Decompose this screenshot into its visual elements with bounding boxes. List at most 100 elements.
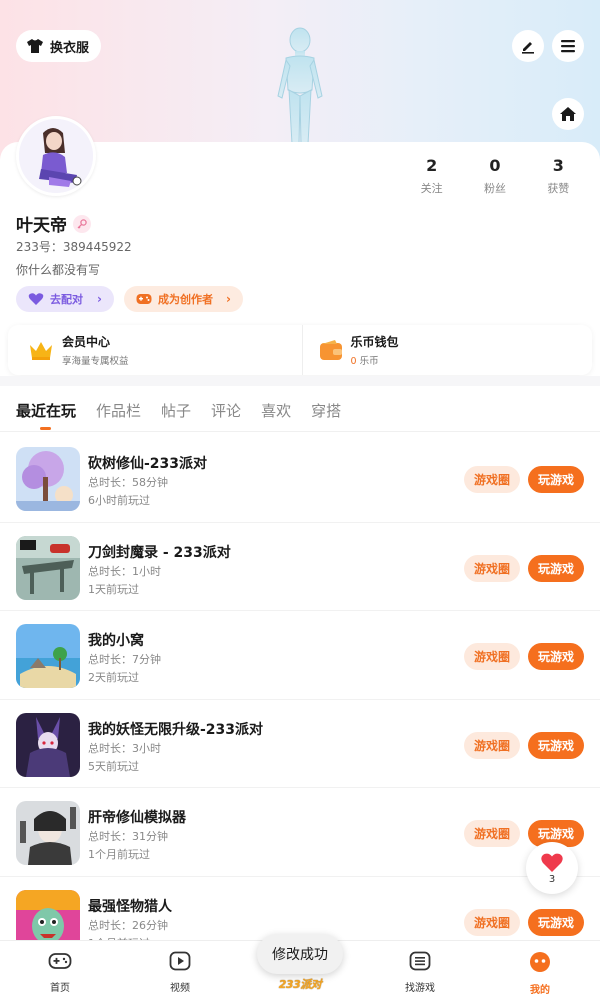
profile-tabs: 最近在玩 作品栏 帖子 评论 喜欢 穿搭 bbox=[16, 400, 361, 430]
game-last-played: 1个月前玩过 bbox=[88, 848, 150, 861]
game-duration: 总时长：1小时 bbox=[88, 564, 161, 578]
nav-video[interactable]: 视频 bbox=[150, 951, 210, 994]
game-circle-button[interactable]: 游戏圈 bbox=[464, 731, 520, 759]
likes-stat[interactable]: 3 获赞 bbox=[527, 156, 590, 196]
vip-title: 会员中心 bbox=[62, 335, 111, 349]
game-title: 肝帝修仙模拟器 bbox=[88, 810, 186, 826]
tab-posts[interactable]: 帖子 bbox=[161, 400, 191, 421]
game-title: 砍树修仙-233派对 bbox=[88, 456, 208, 472]
likes-count: 3 bbox=[552, 156, 564, 175]
nav-mine-label: 我的 bbox=[530, 985, 550, 996]
chevron-right-icon: › bbox=[226, 292, 231, 306]
fans-label: 粉丝 bbox=[483, 182, 506, 195]
pair-button[interactable]: 去配对 › bbox=[16, 286, 114, 312]
tab-outfits[interactable]: 穿搭 bbox=[311, 400, 341, 421]
fans-count: 0 bbox=[489, 156, 501, 175]
avatar-3d-figure bbox=[277, 27, 323, 145]
game-title: 我的小窝 bbox=[88, 633, 144, 649]
coin-wallet[interactable]: 乐币钱包 0 乐币 bbox=[301, 325, 593, 375]
game-duration: 总时长：26分钟 bbox=[88, 918, 168, 932]
crown-icon bbox=[30, 342, 52, 360]
username-text: 叶天帝 bbox=[16, 216, 67, 236]
section-separator bbox=[0, 376, 600, 386]
list-item[interactable]: 刀剑封魔录 - 233派对 总时长：1小时 1天前玩过 游戏圈 玩游戏 bbox=[0, 523, 600, 611]
list-item[interactable]: 肝帝修仙模拟器 总时长：31分钟 1个月前玩过 游戏圈 玩游戏 bbox=[0, 788, 600, 877]
favorite-float-button[interactable]: 3 bbox=[526, 842, 578, 894]
profile-stats: 2 关注 0 粉丝 3 获赞 bbox=[400, 156, 590, 196]
username: 叶天帝 bbox=[16, 211, 91, 236]
change-outfit-button[interactable]: 换衣服 bbox=[16, 30, 102, 62]
game-last-played: 5天前玩过 bbox=[88, 759, 139, 773]
home-button[interactable] bbox=[552, 98, 584, 130]
game-duration: 总时长：7分钟 bbox=[88, 653, 161, 666]
wallet-amount: 0 bbox=[350, 356, 357, 367]
heart-pair-icon bbox=[28, 293, 44, 305]
face-icon bbox=[530, 952, 550, 972]
game-thumbnail bbox=[16, 535, 80, 600]
game-duration: 总时长：31分钟 bbox=[88, 830, 168, 843]
game-title: 最强怪物猎人 bbox=[88, 898, 172, 915]
gamepad-small-icon bbox=[136, 294, 152, 304]
user-bio: 你什么都没有写 bbox=[16, 263, 101, 277]
nav-find-games-label: 找游戏 bbox=[405, 983, 435, 994]
following-count: 2 bbox=[426, 156, 438, 175]
nav-mine[interactable]: 我的 bbox=[510, 951, 570, 996]
tab-recent-played[interactable]: 最近在玩 bbox=[16, 400, 76, 430]
tab-likes[interactable]: 喜欢 bbox=[261, 400, 291, 421]
wallet-title: 乐币钱包 bbox=[350, 335, 399, 349]
edit-icon bbox=[522, 42, 534, 54]
avatar-image bbox=[19, 119, 93, 193]
following-stat[interactable]: 2 关注 bbox=[400, 156, 463, 196]
key-badge[interactable] bbox=[73, 214, 91, 233]
tabs-divider bbox=[0, 431, 600, 432]
game-last-played: 1天前玩过 bbox=[88, 582, 139, 596]
game-circle-button[interactable]: 游戏圈 bbox=[464, 820, 520, 847]
user-id: 233号：389445922 bbox=[16, 240, 132, 254]
menu-icon bbox=[561, 40, 575, 53]
game-last-played: 6小时前玩过 bbox=[88, 494, 150, 507]
favorite-count: 3 bbox=[548, 873, 556, 885]
wallet-unit: 乐币 bbox=[359, 356, 379, 367]
list-item[interactable]: 砍树修仙-233派对 总时长：58分钟 6小时前玩过 游戏圈 玩游戏 bbox=[0, 434, 600, 523]
avatar[interactable] bbox=[16, 116, 96, 196]
play-game-button[interactable]: 玩游戏 bbox=[528, 466, 584, 493]
list-item[interactable]: 我的妖怪无限升级-233派对 总时长：3小时 5天前玩过 游戏圈 玩游戏 bbox=[0, 700, 600, 788]
play-game-button[interactable]: 玩游戏 bbox=[528, 908, 584, 936]
game-last-played: 2天前玩过 bbox=[88, 671, 139, 684]
nav-find-games[interactable]: 找游戏 bbox=[390, 951, 450, 994]
game-duration: 总时长：3小时 bbox=[88, 741, 161, 755]
wallet-balance: 0 乐币 bbox=[351, 353, 399, 367]
play-game-button[interactable]: 玩游戏 bbox=[528, 731, 584, 759]
home-icon bbox=[560, 107, 576, 121]
game-title: 刀剑封魔录 - 233派对 bbox=[88, 544, 231, 561]
party-logo[interactable]: 233派对 bbox=[268, 976, 332, 992]
pair-label: 去配对 bbox=[50, 293, 83, 306]
change-outfit-label: 换衣服 bbox=[50, 40, 90, 56]
game-circle-button[interactable]: 游戏圈 bbox=[464, 554, 520, 582]
game-circle-button[interactable]: 游戏圈 bbox=[464, 908, 520, 936]
nav-home-label: 首页 bbox=[50, 983, 70, 994]
video-icon bbox=[169, 951, 191, 971]
fans-stat[interactable]: 0 粉丝 bbox=[463, 156, 526, 196]
menu-button[interactable] bbox=[552, 30, 584, 62]
vip-center[interactable]: 会员中心 享海量专属权益 bbox=[8, 325, 302, 375]
play-game-button[interactable]: 玩游戏 bbox=[528, 554, 584, 582]
tab-works[interactable]: 作品栏 bbox=[96, 400, 141, 421]
wallet-icon bbox=[319, 340, 342, 360]
become-creator-button[interactable]: 成为创作者 › bbox=[124, 286, 243, 312]
play-game-button[interactable]: 玩游戏 bbox=[528, 643, 584, 670]
list-item[interactable]: 我的小窝 总时长：7分钟 2天前玩过 游戏圈 玩游戏 bbox=[0, 611, 600, 700]
recent-games-list: 砍树修仙-233派对 总时长：58分钟 6小时前玩过 游戏圈 玩游戏 刀剑封魔录… bbox=[0, 434, 600, 965]
game-circle-button[interactable]: 游戏圈 bbox=[464, 466, 520, 493]
chevron-right-icon: › bbox=[97, 292, 102, 306]
game-thumbnail bbox=[16, 447, 80, 511]
nav-home[interactable]: 首页 bbox=[30, 951, 90, 994]
toast-message: 修改成功 bbox=[257, 934, 343, 974]
edit-profile-button[interactable] bbox=[512, 30, 544, 62]
tshirt-icon bbox=[27, 39, 43, 53]
heart-icon bbox=[541, 853, 563, 872]
likes-label: 获赞 bbox=[547, 182, 570, 195]
game-circle-button[interactable]: 游戏圈 bbox=[464, 643, 520, 670]
tab-comments[interactable]: 评论 bbox=[211, 400, 241, 421]
nav-video-label: 视频 bbox=[170, 983, 190, 994]
